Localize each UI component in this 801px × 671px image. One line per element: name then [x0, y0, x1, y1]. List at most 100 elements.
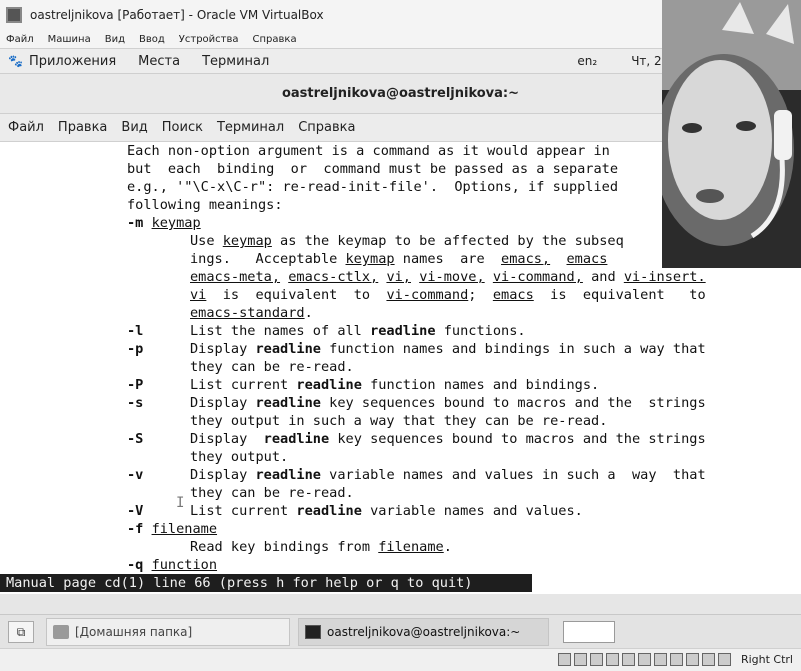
keymap-name: emacs-standard: [190, 305, 305, 321]
taskbar-home-folder[interactable]: [Домашняя папка]: [46, 618, 290, 646]
keyboard-icon[interactable]: [718, 653, 731, 666]
virtualbox-icon: [6, 7, 22, 23]
keymap-name: vi-command: [386, 287, 469, 303]
text: .: [443, 539, 452, 555]
keymap-name: vi-move,: [419, 269, 485, 285]
vbox-menu-input[interactable]: Ввод: [139, 34, 165, 45]
option-arg: keymap: [222, 233, 272, 249]
network-icon[interactable]: [606, 653, 619, 666]
man-line: emacs-meta, emacs-ctlx, vi, vi-move, vi-…: [190, 268, 706, 286]
vbox-statusbar: Right Ctrl: [0, 648, 801, 671]
vbox-menu-devices[interactable]: Устройства: [179, 34, 239, 45]
text: readline: [255, 467, 321, 483]
text: List the names of all: [190, 323, 371, 339]
option-flag: -q: [127, 557, 144, 573]
keymap-name: emacs: [492, 287, 534, 303]
man-option-line: -l: [127, 322, 143, 340]
terminal-menu-edit[interactable]: Правка: [58, 120, 107, 135]
text: readline: [296, 503, 362, 519]
text: Display: [190, 341, 256, 357]
text: key sequences bound to macros and the st…: [329, 431, 706, 447]
display-icon[interactable]: [654, 653, 667, 666]
vbox-menu-file[interactable]: Файл: [6, 34, 34, 45]
mouse-integration-icon[interactable]: [702, 653, 715, 666]
keymap-name: emacs: [566, 251, 608, 267]
man-line: e.g., '"\C-x\C-r": re-read-init-file'. O…: [127, 179, 619, 195]
man-line: vi is equivalent to vi-command; emacs is…: [190, 286, 706, 304]
vbox-menu-help[interactable]: Справка: [253, 34, 297, 45]
text: List current: [190, 377, 297, 393]
text: function names and bindings.: [361, 377, 600, 393]
terminal-menu-search[interactable]: Поиск: [162, 120, 203, 135]
text: ings. Acceptable: [190, 251, 346, 267]
text: key sequences bound to macros and the st…: [320, 395, 706, 411]
guest-taskbar: ⧉ [Домашняя папка] oastreljnikova@oastre…: [0, 614, 801, 648]
terminal-icon: [305, 625, 321, 639]
text: readline: [255, 395, 321, 411]
taskbar-home-label: [Домашняя папка]: [75, 625, 193, 639]
text: Display: [190, 431, 264, 447]
option-flag: -s: [127, 395, 144, 411]
taskbar-terminal[interactable]: oastreljnikova@oastreljnikova:~: [298, 618, 549, 646]
text: readline: [296, 377, 362, 393]
man-option-line: -p: [127, 340, 143, 358]
man-line: Use keymap as the keymap to be affected …: [190, 232, 624, 250]
terminal-menu-terminal[interactable]: Терминал: [217, 120, 284, 135]
option-flag: -V: [127, 503, 144, 519]
option-flag: -v: [127, 467, 144, 483]
option-flag: -l: [127, 323, 144, 339]
terminal-app-menu[interactable]: Терминал: [202, 54, 269, 69]
keymap-name: emacs-ctlx,: [288, 269, 379, 285]
man-line: they can be re-read.: [190, 359, 354, 375]
man-option-line: -v: [127, 466, 143, 484]
usb-icon[interactable]: [622, 653, 635, 666]
vbox-device-icons: [558, 653, 731, 666]
option-flag: -S: [127, 431, 144, 447]
applications-menu[interactable]: Приложения: [29, 54, 116, 69]
man-line: List the names of all readline functions…: [190, 322, 526, 340]
man-line: Display readline function names and bind…: [190, 340, 706, 358]
workspace-switcher[interactable]: [563, 621, 615, 643]
text: as the keymap to be affected by the subs…: [271, 233, 624, 249]
cpu-icon[interactable]: [686, 653, 699, 666]
option-arg: filename: [151, 521, 218, 537]
man-line: Each non-option argument is a command as…: [127, 143, 610, 159]
text: variable names and values.: [361, 503, 583, 519]
keyboard-layout-indicator[interactable]: en₂: [577, 54, 597, 68]
man-option-line: -f filename: [127, 520, 217, 538]
vbox-window-title: oastreljnikova [Работает] - Oracle VM Vi…: [30, 8, 324, 22]
option-arg: function: [151, 557, 218, 573]
text: is equivalent to: [206, 287, 387, 303]
terminal-menu-view[interactable]: Вид: [121, 120, 147, 135]
man-line: but each binding or command must be pass…: [127, 161, 619, 177]
vbox-menu-view[interactable]: Вид: [105, 34, 125, 45]
text: ;: [468, 287, 493, 303]
shared-folders-icon[interactable]: [638, 653, 651, 666]
text: List current: [190, 503, 297, 519]
option-flag: -P: [127, 377, 144, 393]
optical-drive-icon[interactable]: [574, 653, 587, 666]
text: readline: [370, 323, 436, 339]
terminal-menu-file[interactable]: Файл: [8, 120, 44, 135]
text: readline: [255, 341, 321, 357]
vbox-menu-machine[interactable]: Машина: [48, 34, 91, 45]
text: Use: [190, 233, 223, 249]
man-option-line: -q function: [127, 556, 217, 574]
option-flag: -m: [127, 215, 144, 231]
man-line: Display readline key sequences bound to …: [190, 394, 706, 412]
applications-menu-icon: 🐾: [8, 54, 23, 68]
option-flag: -f: [127, 521, 144, 537]
text: variable names and values in such a way …: [320, 467, 706, 483]
hard-disk-icon[interactable]: [558, 653, 571, 666]
audio-icon[interactable]: [590, 653, 603, 666]
text: is equivalent to: [533, 287, 706, 303]
man-line: they can be re-read.: [190, 485, 354, 501]
places-menu[interactable]: Места: [138, 54, 180, 69]
man-line: List current readline variable names and…: [190, 502, 583, 520]
terminal-menu-help[interactable]: Справка: [298, 120, 355, 135]
video-capture-icon[interactable]: [670, 653, 683, 666]
show-desktop-icon[interactable]: ⧉: [8, 621, 34, 643]
man-option-line: -V: [127, 502, 143, 520]
keymap-name: vi-command,: [492, 269, 583, 285]
option-arg: keymap: [345, 251, 395, 267]
